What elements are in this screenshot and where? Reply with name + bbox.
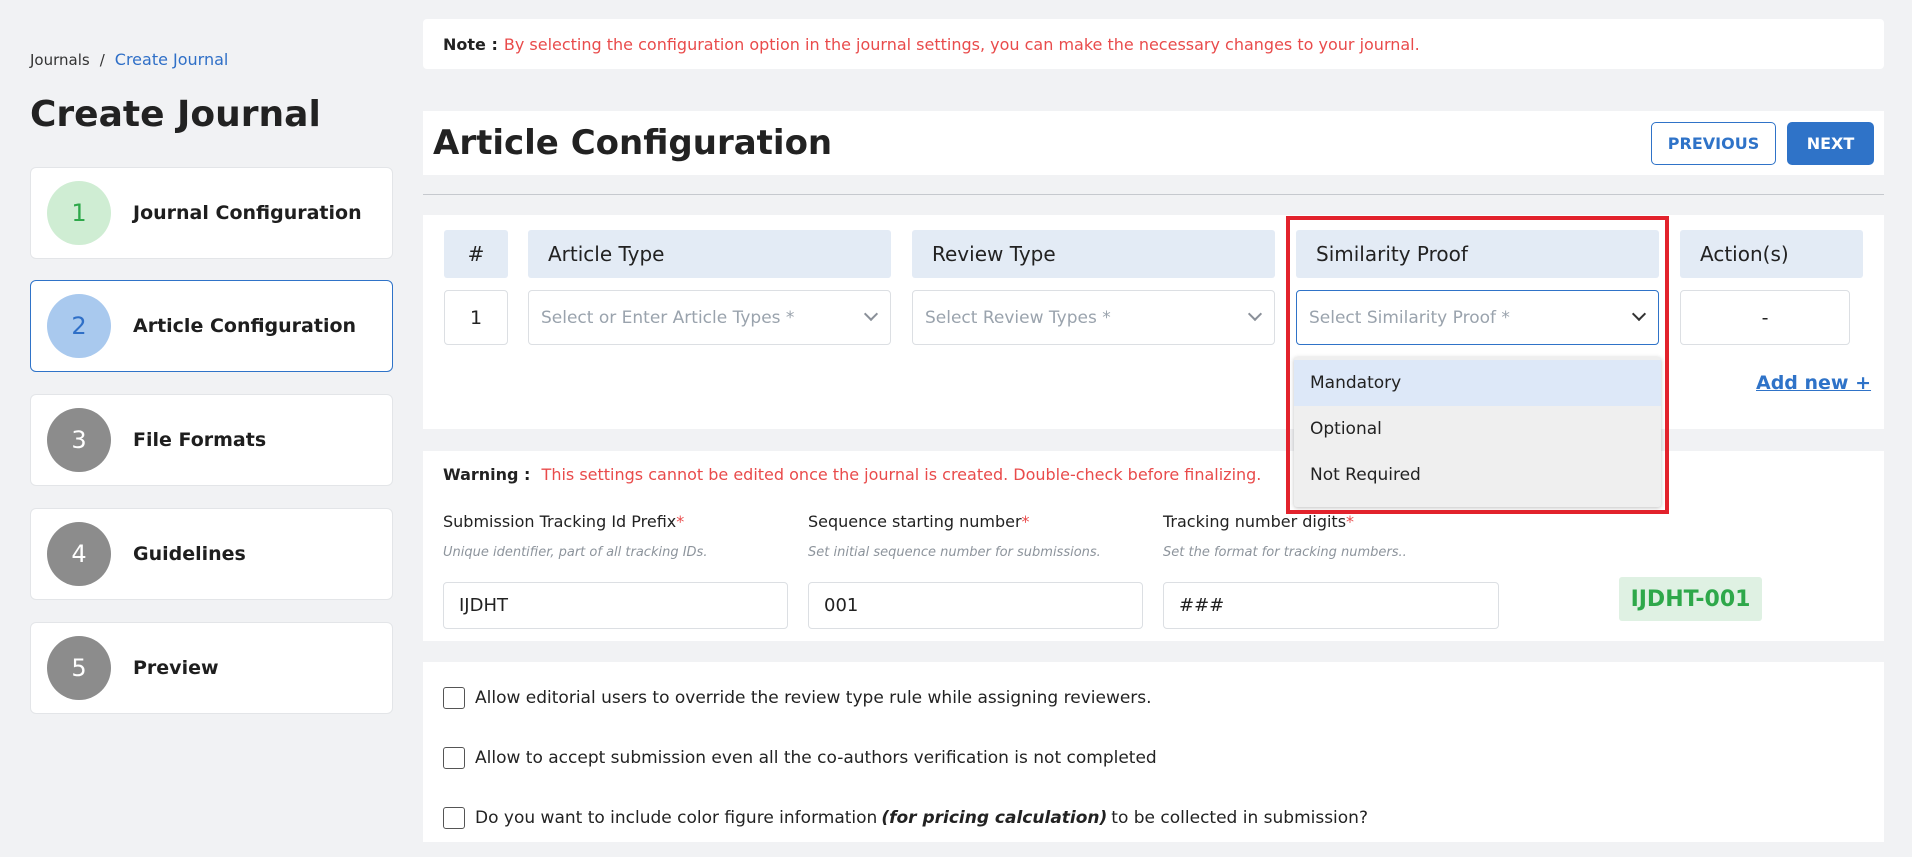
step-label: Article Configuration: [133, 315, 357, 337]
override-review-type-option[interactable]: Allow editorial users to override the re…: [443, 687, 1152, 709]
chevron-down-icon: [1247, 306, 1263, 322]
prefix-label: Submission Tracking Id Prefix*: [443, 512, 685, 531]
article-type-placeholder: Select or Enter Article Types *: [541, 307, 795, 328]
previous-button[interactable]: PREVIOUS: [1651, 122, 1776, 165]
step-label: Preview: [133, 657, 219, 679]
step-journal-configuration[interactable]: 1 Journal Configuration: [30, 167, 393, 259]
step-number-4: 4: [47, 522, 111, 586]
tracking-settings: Warning : This settings cannot be edited…: [423, 451, 1884, 641]
review-type-select[interactable]: Select Review Types *: [912, 290, 1275, 345]
header-similarity-proof: Similarity Proof: [1296, 230, 1659, 278]
divider: [423, 194, 1884, 195]
step-article-configuration[interactable]: 2 Article Configuration: [30, 280, 393, 372]
sequence-input[interactable]: 001: [808, 582, 1143, 629]
sequence-label: Sequence starting number*: [808, 512, 1030, 531]
similarity-proof-select[interactable]: Select Similarity Proof *: [1296, 290, 1659, 345]
next-button[interactable]: NEXT: [1787, 122, 1874, 165]
checkbox-label-after: to be collected in submission?: [1111, 808, 1368, 828]
step-label: Guidelines: [133, 543, 246, 565]
breadcrumb-current: Create Journal: [114, 50, 229, 69]
color-figure-option[interactable]: Do you want to include color figure info…: [443, 807, 1368, 829]
sequence-hint: Set initial sequence number for submissi…: [808, 545, 1101, 560]
article-type-select[interactable]: Select or Enter Article Types *: [528, 290, 891, 345]
digits-input[interactable]: ###: [1163, 582, 1499, 629]
prefix-hint: Unique identifier, part of all tracking …: [443, 545, 708, 560]
breadcrumb: Journals / Create Journal: [30, 50, 228, 69]
step-label: Journal Configuration: [133, 202, 362, 224]
similarity-proof-placeholder: Select Similarity Proof *: [1309, 307, 1510, 328]
checkbox[interactable]: [443, 747, 465, 769]
checkbox[interactable]: [443, 687, 465, 709]
checkbox-label: Allow to accept submission even all the …: [475, 748, 1157, 768]
breadcrumb-journals-link[interactable]: Journals: [30, 51, 90, 69]
row-action: -: [1680, 290, 1850, 345]
checkbox-label-before: Do you want to include color figure info…: [475, 808, 878, 828]
warning-label: Warning :: [443, 465, 531, 484]
step-file-formats[interactable]: 3 File Formats: [30, 394, 393, 486]
add-new-link[interactable]: Add new +: [1756, 372, 1871, 394]
step-guidelines[interactable]: 4 Guidelines: [30, 508, 393, 600]
note-label: Note :: [443, 34, 498, 54]
chevron-down-icon: [1631, 306, 1647, 322]
header-index: #: [444, 230, 508, 278]
digits-hint: Set the format for tracking numbers..: [1163, 545, 1407, 560]
prefix-input[interactable]: IJDHT: [443, 582, 788, 629]
section-title: Article Configuration: [433, 123, 833, 163]
article-config-table: # Article Type Review Type Similarity Pr…: [423, 215, 1884, 429]
step-label: File Formats: [133, 429, 267, 451]
note-banner: Note : By selecting the configuration op…: [423, 19, 1884, 69]
page-title: Create Journal: [30, 94, 321, 135]
warning-message: Warning : This settings cannot be edited…: [443, 465, 1261, 484]
section-header: Article Configuration PREVIOUS NEXT: [423, 111, 1884, 175]
breadcrumb-separator: /: [99, 50, 105, 69]
tracking-id-preview-badge: IJDHT-001: [1619, 577, 1762, 621]
note-text: By selecting the configuration option in…: [503, 34, 1420, 54]
row-index: 1: [444, 290, 508, 345]
similarity-proof-dropdown-menu: Mandatory Optional Not Required: [1294, 357, 1661, 507]
step-number-5: 5: [47, 636, 111, 700]
step-number-1: 1: [47, 181, 111, 245]
review-type-placeholder: Select Review Types *: [925, 307, 1111, 328]
header-review-type: Review Type: [912, 230, 1275, 278]
option-not-required[interactable]: Not Required: [1294, 452, 1661, 498]
checkbox-label-emphasis: (for pricing calculation): [881, 808, 1108, 828]
checkbox[interactable]: [443, 807, 465, 829]
option-mandatory[interactable]: Mandatory: [1294, 360, 1661, 406]
header-article-type: Article Type: [528, 230, 891, 278]
step-preview[interactable]: 5 Preview: [30, 622, 393, 714]
digits-label: Tracking number digits*: [1163, 512, 1355, 531]
step-number-3: 3: [47, 408, 111, 472]
header-actions: Action(s): [1680, 230, 1863, 278]
options-panel: Allow editorial users to override the re…: [423, 662, 1884, 842]
option-optional[interactable]: Optional: [1294, 406, 1661, 452]
step-number-2: 2: [47, 294, 111, 358]
checkbox-label: Allow editorial users to override the re…: [475, 688, 1152, 708]
warning-text: This settings cannot be edited once the …: [541, 465, 1262, 484]
accept-submission-option[interactable]: Allow to accept submission even all the …: [443, 747, 1157, 769]
chevron-down-icon: [863, 306, 879, 322]
